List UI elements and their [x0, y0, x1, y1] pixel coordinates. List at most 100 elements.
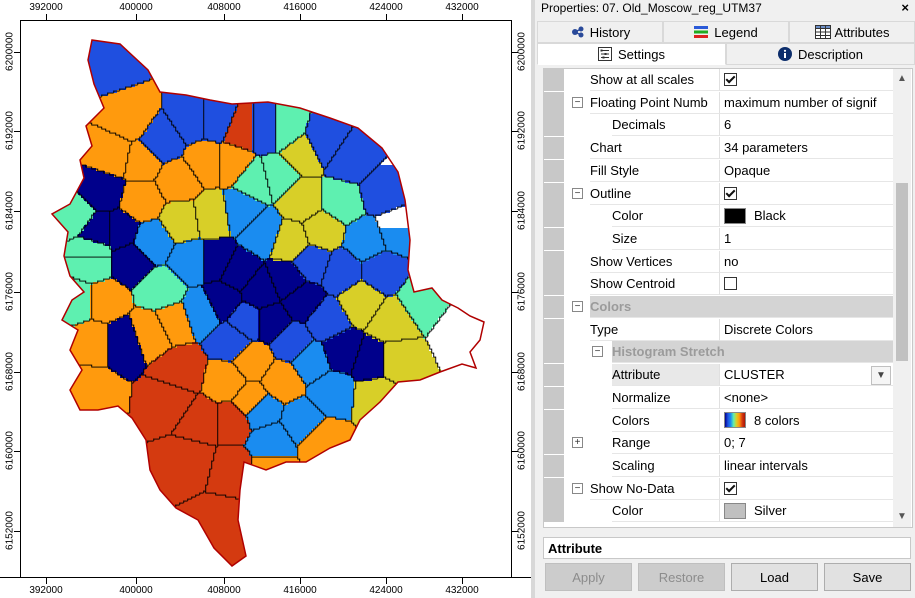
property-row[interactable]: Decimals 6: [544, 114, 893, 137]
checkbox-checked[interactable]: [724, 481, 737, 495]
expand-icon[interactable]: +: [572, 437, 583, 449]
tab-settings-label: Settings: [618, 46, 665, 62]
property-row[interactable]: − Outline: [544, 182, 893, 205]
property-row[interactable]: + Range 0; 7: [544, 432, 893, 455]
property-value-text: maximum number of signif: [724, 94, 877, 110]
y-tick-mark: [512, 372, 518, 373]
property-value[interactable]: Silver: [720, 500, 893, 523]
row-gutter: [544, 250, 564, 273]
property-value[interactable]: CLUSTER ▼: [720, 364, 893, 387]
property-row[interactable]: − Histogram Stretch: [544, 341, 893, 364]
property-value[interactable]: 8 colors: [720, 410, 893, 432]
property-row[interactable]: Fill Style Opaque: [544, 159, 893, 182]
property-name: Show Vertices: [590, 250, 720, 273]
collapse-icon[interactable]: −: [592, 346, 603, 358]
checkbox-checked[interactable]: [724, 186, 737, 200]
property-value[interactable]: no: [720, 251, 893, 273]
checkbox-checked[interactable]: [724, 73, 737, 87]
property-grid[interactable]: Show at all scales − Floating Point Numb ma…: [543, 68, 913, 528]
restore-button[interactable]: Restore: [638, 563, 725, 591]
x-tick-mark: [136, 578, 137, 584]
tab-attributes[interactable]: Attributes: [789, 21, 915, 43]
map-view[interactable]: 392000 400000 408000 416000 424000 432000 392…: [0, 0, 532, 598]
y-tick-label: 6160000: [516, 431, 528, 470]
property-name: Decimals: [612, 114, 720, 137]
property-value[interactable]: Discrete Colors: [720, 319, 893, 341]
color-swatch: [724, 502, 746, 519]
property-value[interactable]: maximum number of signif: [720, 92, 893, 114]
tab-legend[interactable]: Legend: [663, 21, 789, 43]
property-row[interactable]: Chart 34 parameters: [544, 137, 893, 160]
property-row[interactable]: Type Discrete Colors: [544, 318, 893, 341]
property-value[interactable]: [720, 69, 893, 91]
chevron-down-icon[interactable]: ▼: [871, 366, 891, 386]
tab-history[interactable]: History: [537, 21, 663, 43]
property-value[interactable]: Black: [720, 205, 893, 228]
property-row[interactable]: Attribute CLUSTER ▼: [544, 364, 893, 387]
property-row[interactable]: Show Centroid: [544, 273, 893, 296]
map-canvas[interactable]: [21, 21, 511, 577]
collapse-icon[interactable]: −: [572, 96, 583, 108]
tab-description[interactable]: Description: [726, 43, 915, 65]
property-row[interactable]: Show Vertices no: [544, 250, 893, 273]
row-gutter: [544, 227, 564, 250]
property-row[interactable]: Size 1: [544, 227, 893, 250]
property-value[interactable]: 6: [720, 114, 893, 137]
y-tick-label: 6176000: [516, 272, 528, 311]
property-value[interactable]: [720, 273, 893, 296]
scroll-down-icon[interactable]: ▼: [893, 509, 911, 525]
x-tick-mark: [462, 578, 463, 584]
row-gutter: [544, 205, 564, 228]
apply-button[interactable]: Apply: [545, 563, 632, 591]
property-value-text: 34 parameters: [724, 140, 808, 156]
row-gutter: [544, 454, 564, 477]
property-value[interactable]: Opaque: [720, 160, 893, 182]
collapse-icon[interactable]: −: [572, 482, 583, 494]
property-value[interactable]: 0; 7: [720, 432, 893, 455]
close-icon[interactable]: ×: [901, 0, 909, 16]
property-name: Color: [612, 500, 720, 523]
property-value[interactable]: 1: [720, 228, 893, 250]
property-name: Colors: [612, 409, 720, 432]
property-value[interactable]: [720, 183, 893, 205]
y-tick-mark: [14, 131, 20, 132]
property-value-text: <none>: [724, 389, 769, 405]
tab-row-top: History Legend Attributes: [537, 21, 915, 43]
property-row[interactable]: − Colors: [544, 296, 893, 318]
property-row[interactable]: − Floating Point Numb maximum number of si…: [544, 91, 893, 114]
property-row[interactable]: Normalize <none>: [544, 386, 893, 409]
collapse-icon[interactable]: −: [572, 187, 583, 199]
load-button[interactable]: Load: [731, 563, 818, 591]
property-value[interactable]: [720, 478, 893, 500]
property-row[interactable]: Colors 8 colors: [544, 409, 893, 432]
x-tick-label: 392000: [29, 585, 63, 596]
property-name: Histogram Stretch: [612, 341, 893, 364]
property-value[interactable]: 34 parameters: [720, 137, 893, 160]
property-row[interactable]: Show at all scales: [544, 69, 893, 91]
property-name: Color: [612, 205, 720, 228]
x-tick-label: 416000: [283, 585, 317, 596]
scroll-up-icon[interactable]: ▲: [893, 71, 911, 87]
property-value[interactable]: <none>: [720, 387, 893, 409]
row-gutter: [544, 432, 564, 455]
property-grid-scrollbar[interactable]: ▲ ▼: [893, 69, 911, 527]
property-value[interactable]: linear intervals: [720, 455, 893, 477]
tab-settings[interactable]: Settings: [537, 43, 726, 65]
y-tick-mark: [512, 292, 518, 293]
row-gutter: [544, 364, 564, 387]
x-tick-mark: [136, 14, 137, 20]
property-row[interactable]: − Show No-Data: [544, 477, 893, 500]
y-tick-label: 6200000: [516, 32, 528, 71]
panel-title: Properties: 07. Old_Moscow_reg_UTM37: [541, 1, 762, 15]
property-row[interactable]: Color Silver: [544, 500, 893, 523]
checkbox-unchecked[interactable]: [724, 277, 737, 291]
property-row[interactable]: Scaling linear intervals: [544, 454, 893, 477]
property-name: Size: [612, 227, 720, 250]
y-tick-label: 6184000: [516, 191, 528, 230]
scroll-thumb[interactable]: [896, 183, 908, 361]
row-gutter: [544, 500, 564, 523]
collapse-icon[interactable]: −: [572, 301, 583, 312]
row-gutter: [544, 273, 564, 296]
save-button[interactable]: Save: [824, 563, 911, 591]
property-row[interactable]: Color Black: [544, 205, 893, 228]
